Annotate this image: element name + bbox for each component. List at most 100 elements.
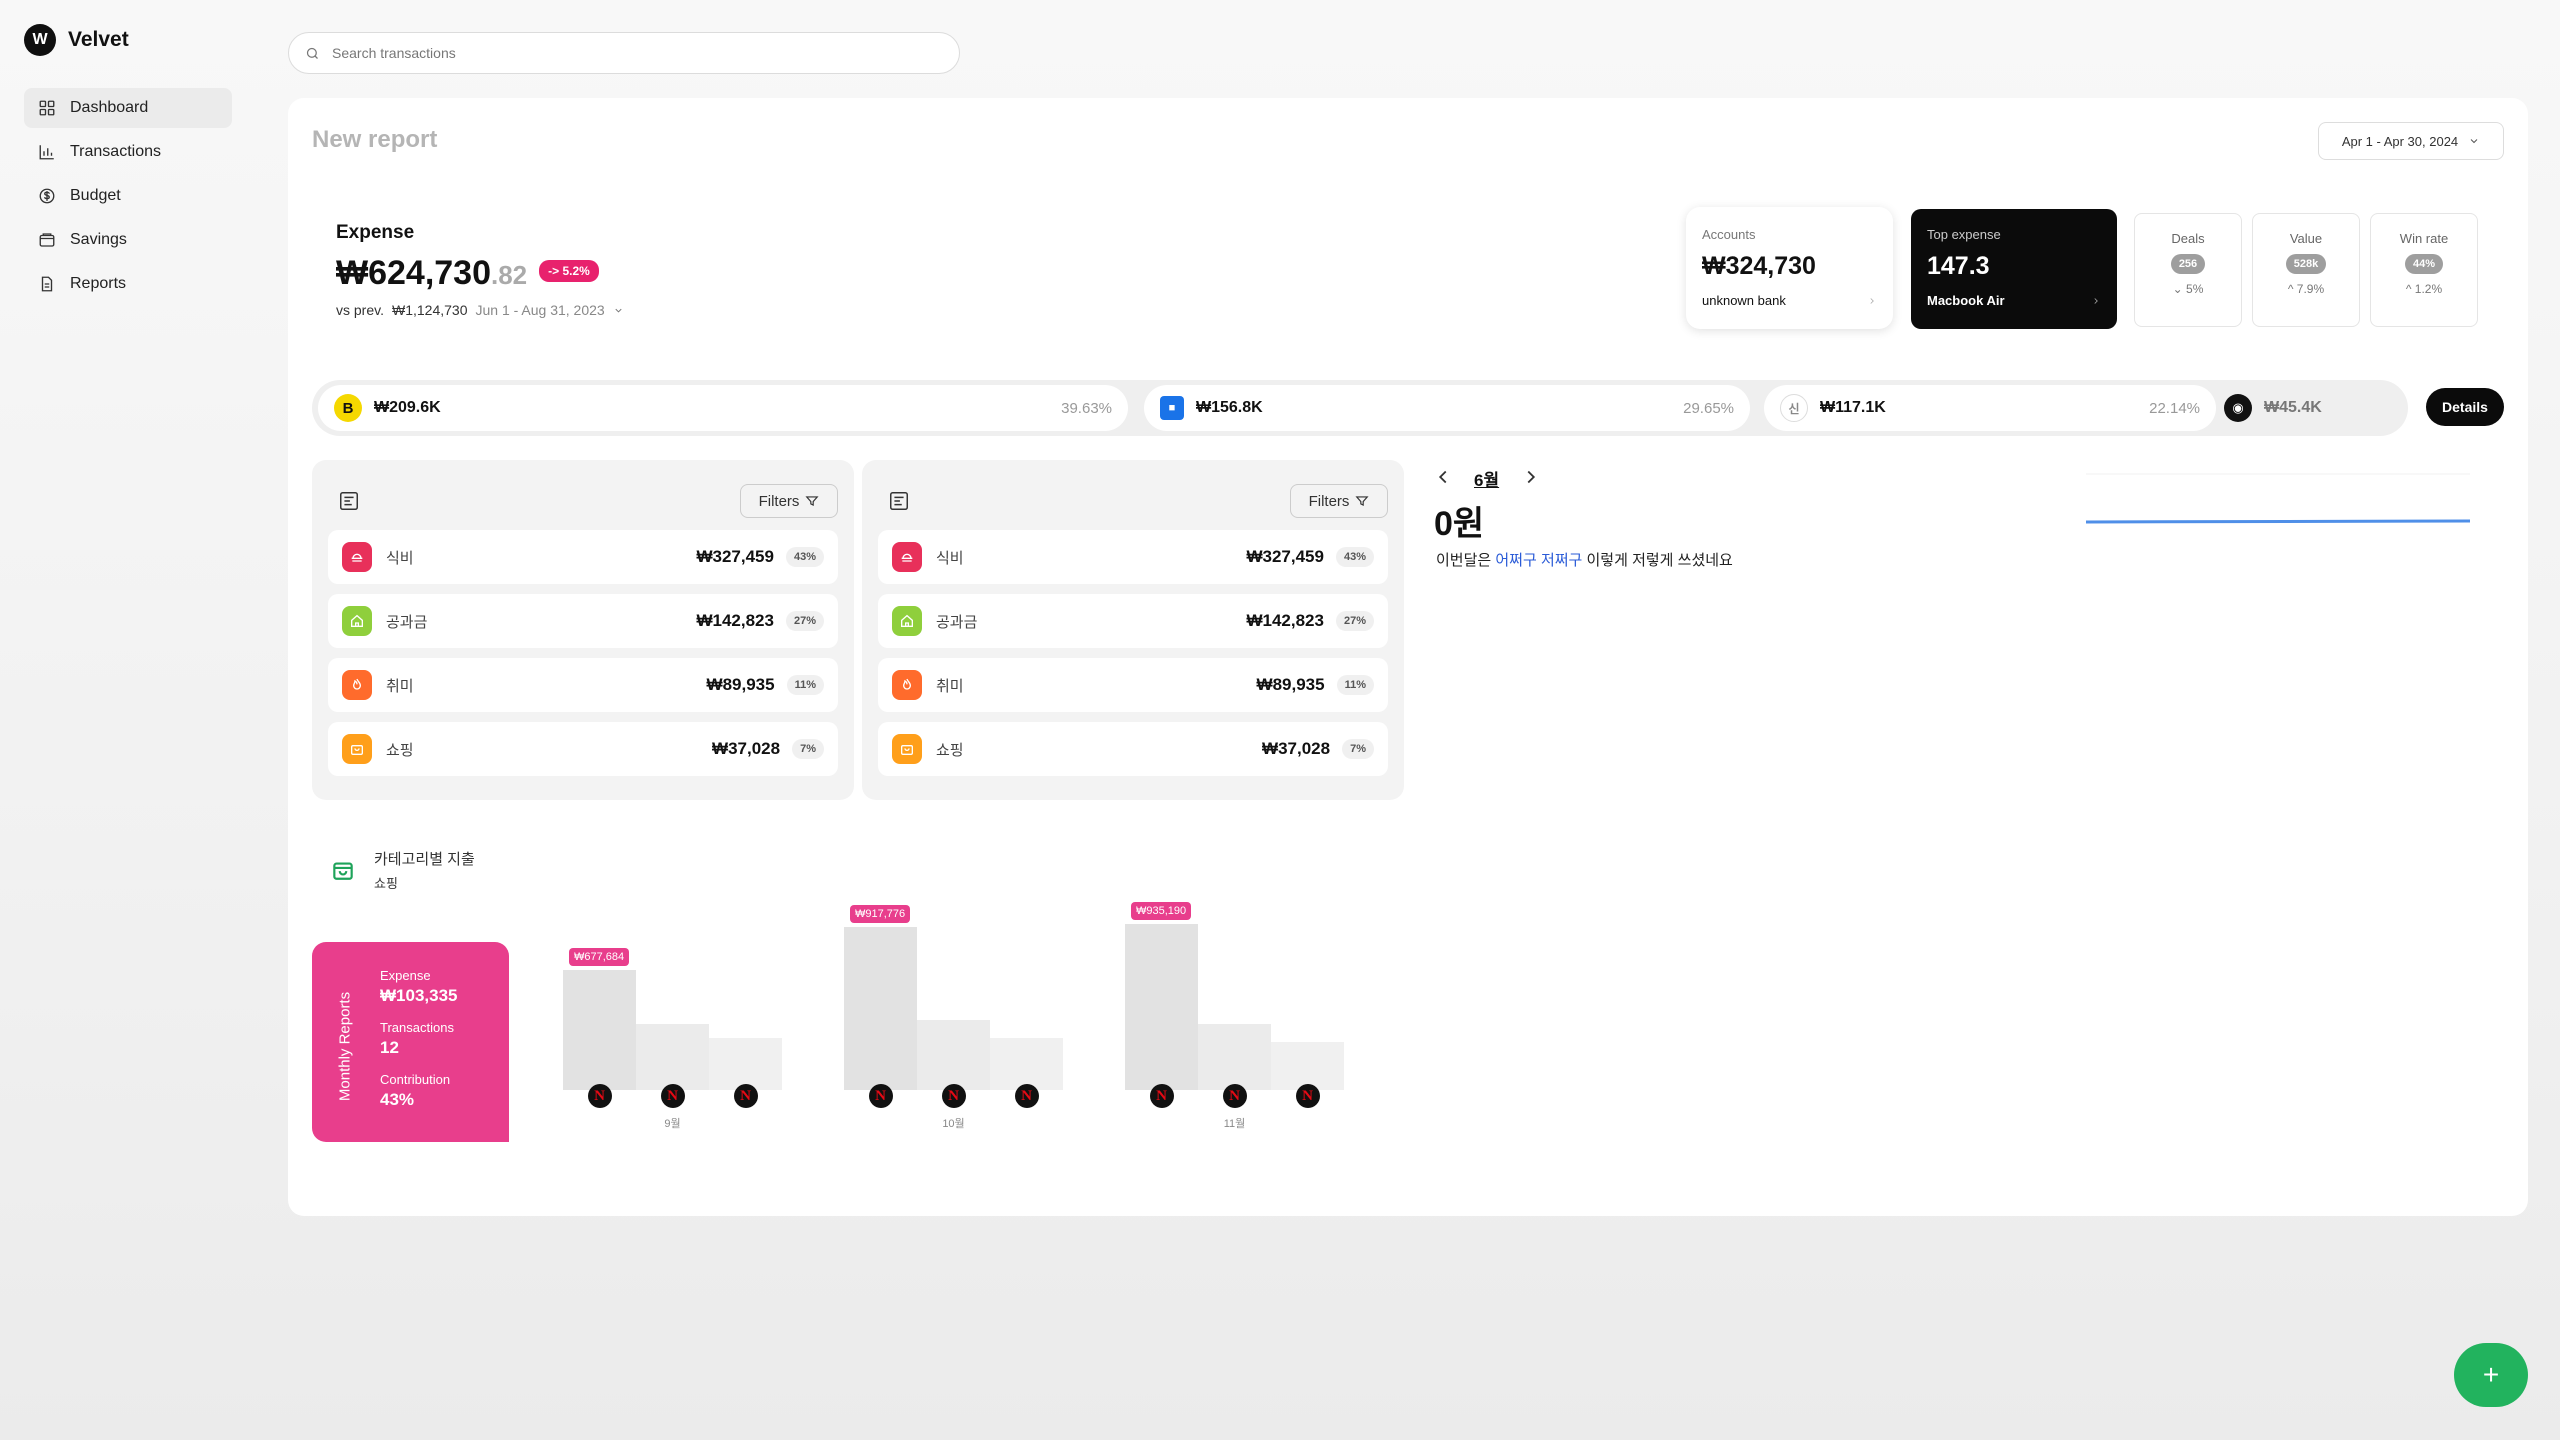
secondary-bar[interactable] bbox=[636, 1024, 709, 1090]
netflix-icon: N bbox=[941, 1084, 966, 1108]
bank-logo-icon: ■ bbox=[1160, 396, 1184, 420]
sparkline-series bbox=[2086, 519, 2470, 524]
contribution-segment[interactable]: ◉ ₩45.4K bbox=[2224, 385, 2322, 431]
category-row[interactable]: 쇼핑 ₩37,028 7% bbox=[878, 722, 1388, 776]
category-percent: 43% bbox=[1335, 547, 1374, 567]
prev-amount: ₩1,124,730 bbox=[391, 302, 468, 318]
prev-month-icon[interactable] bbox=[1432, 466, 1454, 488]
category-list-panel: Filters 식비 ₩327,459 43% 공과금 ₩142,823 27%… bbox=[862, 460, 1404, 800]
tertiary-bar[interactable] bbox=[990, 1038, 1063, 1090]
category-row[interactable]: 식비 ₩327,459 43% bbox=[878, 530, 1388, 584]
x-tick-label: 9월 bbox=[664, 1118, 681, 1130]
category-row[interactable]: 취미 ₩89,935 11% bbox=[328, 658, 838, 712]
netflix-icon: N bbox=[733, 1084, 758, 1108]
category-row[interactable]: 식비 ₩327,459 43% bbox=[328, 530, 838, 584]
category-amount: ₩37,028 bbox=[712, 739, 781, 758]
mr-contribution-value: 43% bbox=[380, 1090, 415, 1109]
mr-transactions: Transactions 12 bbox=[380, 1020, 454, 1058]
tertiary-bar[interactable] bbox=[1271, 1042, 1344, 1090]
next-month-icon[interactable] bbox=[1520, 466, 1542, 488]
category-percent: 27% bbox=[1335, 611, 1374, 631]
mr-transactions-value: 12 bbox=[380, 1038, 399, 1057]
monthly-reports-card[interactable]: Monthly Reports Expense ₩103,335 Transac… bbox=[312, 942, 509, 1142]
chevron-down-icon bbox=[2470, 139, 2478, 144]
win-rate-delta-value: 1.2% bbox=[2414, 282, 2443, 296]
contribution-segment[interactable]: B ₩209.6K 39.63% bbox=[318, 385, 1128, 431]
mr-expense-value: ₩103,335 bbox=[380, 986, 458, 1005]
category-row[interactable]: 취미 ₩89,935 11% bbox=[878, 658, 1388, 712]
search-input[interactable] bbox=[332, 45, 932, 61]
sort-list-icon[interactable] bbox=[888, 490, 910, 512]
category-amount: ₩327,459 bbox=[696, 547, 774, 566]
secondary-bar[interactable] bbox=[917, 1020, 990, 1090]
sidebar-item-transactions[interactable]: Transactions bbox=[24, 132, 232, 172]
secondary-bar[interactable] bbox=[1198, 1024, 1271, 1090]
deals-label: Deals bbox=[2171, 231, 2205, 246]
win-rate-value: 44% bbox=[2404, 254, 2444, 274]
vs-label: vs prev. bbox=[336, 302, 384, 318]
category-percent: 7% bbox=[792, 739, 824, 759]
x-tick-label: 11월 bbox=[1223, 1118, 1246, 1130]
category-row[interactable]: 공과금 ₩142,823 27% bbox=[878, 594, 1388, 648]
value-card[interactable]: Value 528k ^ 7.9% bbox=[2252, 213, 2360, 327]
month-label[interactable]: 6월 bbox=[1474, 466, 1499, 491]
chevron-right-icon bbox=[2094, 297, 2098, 304]
accounts-card[interactable]: Accounts ₩324,730 unknown bank bbox=[1686, 207, 1893, 329]
category-name: 공과금 bbox=[386, 613, 428, 631]
contribution-segment[interactable]: 신 ₩117.1K 22.14% bbox=[1764, 385, 2216, 431]
category-spend-title: 카테고리별 지출 bbox=[374, 851, 475, 868]
sidebar-item-reports[interactable]: Reports bbox=[24, 264, 232, 304]
prev-range: Jun 1 - Aug 31, 2023 bbox=[475, 302, 605, 318]
sidebar-item-dashboard[interactable]: Dashboard bbox=[24, 88, 232, 128]
category-percent: 27% bbox=[785, 611, 824, 631]
arrow-down-icon: ⌄ bbox=[2172, 282, 2187, 296]
primary-bar[interactable] bbox=[844, 927, 917, 1090]
value-delta-value: 7.9% bbox=[2296, 282, 2325, 296]
app-logo[interactable]: W Velvet bbox=[24, 24, 129, 56]
food-icon bbox=[342, 542, 372, 572]
sparkline-chart bbox=[2086, 473, 2470, 524]
food-icon bbox=[892, 542, 922, 572]
sidebar-item-savings[interactable]: Savings bbox=[24, 220, 232, 260]
add-button[interactable]: + bbox=[2454, 1343, 2528, 1407]
category-row[interactable]: 쇼핑 ₩37,028 7% bbox=[328, 722, 838, 776]
filter-icon bbox=[1355, 496, 1369, 507]
filters-button[interactable]: Filters bbox=[740, 484, 838, 518]
sidebar-item-budget[interactable]: Budget bbox=[24, 176, 232, 216]
filters-button[interactable]: Filters bbox=[1290, 484, 1388, 518]
details-button[interactable]: Details bbox=[2426, 388, 2504, 426]
deals-card[interactable]: Deals 256 ⌄ 5% bbox=[2134, 213, 2242, 327]
bar-data-label: ₩935,190 bbox=[1131, 901, 1192, 920]
sidebar-item-label: Savings bbox=[70, 231, 127, 248]
sort-list-icon[interactable] bbox=[338, 490, 360, 512]
segment-percent: 39.63% bbox=[1061, 399, 1112, 417]
change-badge: -> 5.2% bbox=[539, 260, 599, 283]
primary-bar[interactable] bbox=[563, 969, 636, 1090]
netflix-icon: N bbox=[660, 1084, 685, 1108]
arrow-up-icon: ^ bbox=[2287, 282, 2297, 296]
summary-highlight: 어쩌구 저쩌구 bbox=[1495, 552, 1583, 569]
category-percent: 11% bbox=[1336, 675, 1374, 695]
shopping-bag-icon bbox=[333, 862, 353, 880]
tertiary-bar[interactable] bbox=[709, 1038, 782, 1090]
date-range-picker[interactable]: Apr 1 - Apr 30, 2024 bbox=[2318, 122, 2504, 160]
velvet-logo-icon: W bbox=[24, 24, 56, 56]
deals-delta: ⌄ 5% bbox=[2135, 282, 2241, 296]
value-delta: ^ 7.9% bbox=[2253, 282, 2359, 296]
contribution-segment[interactable]: ■ ₩156.8K 29.65% bbox=[1144, 385, 1750, 431]
search-bar[interactable] bbox=[288, 32, 960, 74]
top-expense-card[interactable]: Top expense 147.3 Macbook Air bbox=[1911, 209, 2117, 329]
accounts-footer-text: unknown bank bbox=[1702, 293, 1786, 308]
primary-bar[interactable] bbox=[1125, 923, 1198, 1090]
comparison-row[interactable]: vs prev. ₩1,124,730 Jun 1 - Aug 31, 2023 bbox=[336, 302, 624, 318]
top-expense-label: Top expense bbox=[1927, 227, 2001, 242]
category-amount: ₩142,823 bbox=[696, 611, 774, 630]
category-row[interactable]: 공과금 ₩142,823 27% bbox=[328, 594, 838, 648]
win-rate-card[interactable]: Win rate 44% ^ 1.2% bbox=[2370, 213, 2478, 327]
segment-info: 신 ₩117.1K bbox=[1780, 394, 1886, 422]
home-icon bbox=[342, 606, 372, 636]
segment-amount: ₩45.4K bbox=[2264, 399, 2322, 416]
broken-image-icon: 신 bbox=[1780, 394, 1808, 422]
segment-amount: ₩156.8K bbox=[1196, 399, 1263, 416]
category-spend-subtitle: 쇼핑 bbox=[374, 876, 398, 891]
